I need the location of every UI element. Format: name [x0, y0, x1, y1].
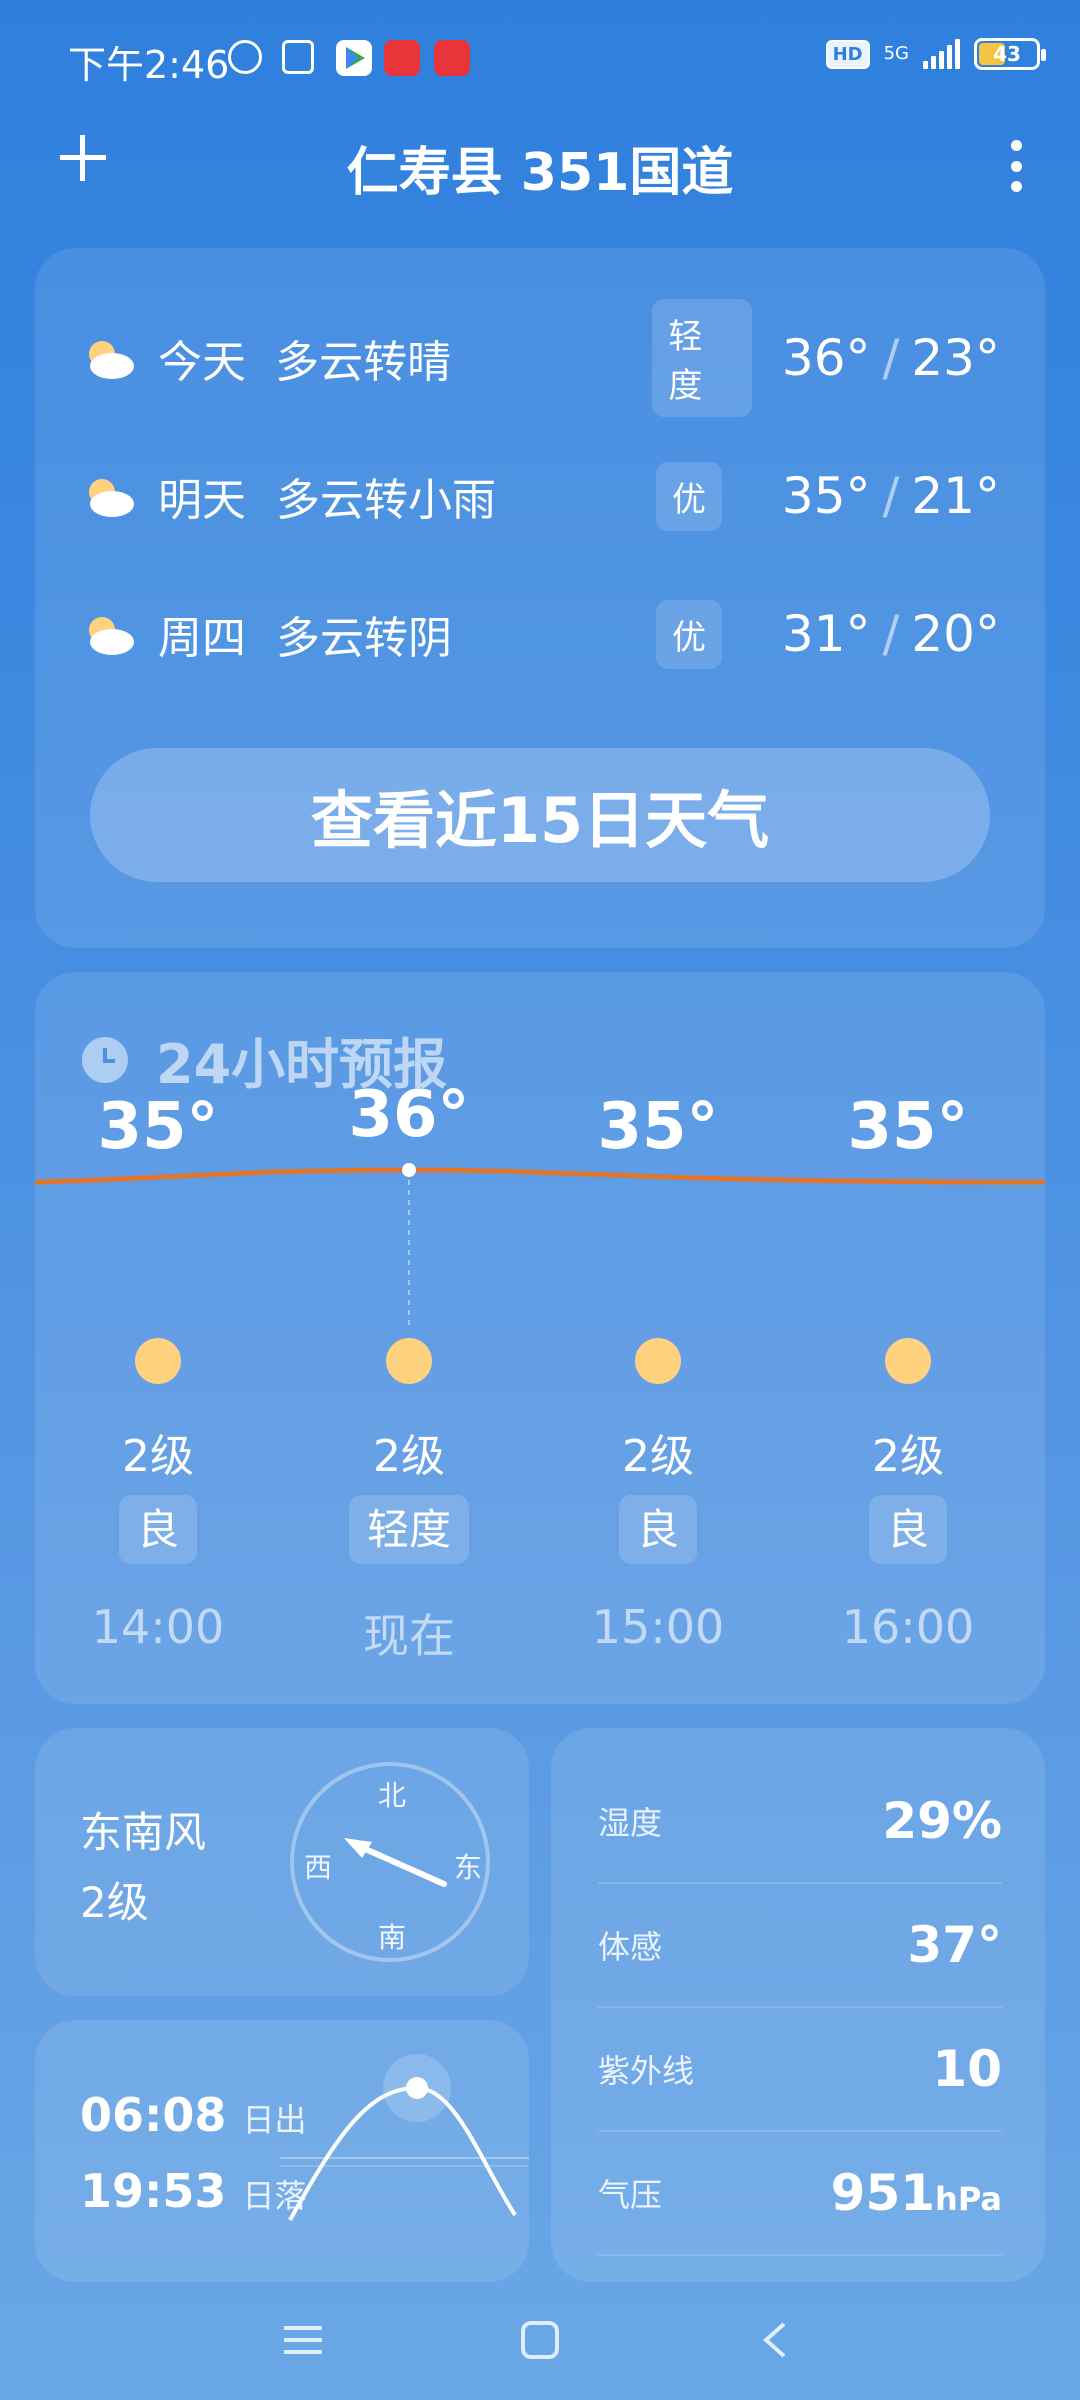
forecast-row-today[interactable]: 今天 多云转晴 轻度 36°/23° — [80, 299, 1000, 417]
forecast-condition: 多云转晴 — [275, 337, 452, 388]
partly-cloudy-icon — [80, 468, 136, 524]
forecast-row-tomorrow[interactable]: 明天 多云转小雨 优 35°/21° — [80, 456, 1000, 536]
signal-icon — [923, 39, 960, 69]
forecast-day: 今天 — [158, 337, 246, 388]
detail-label: 紫外线 — [598, 2052, 695, 2090]
sunny-icon — [885, 1338, 931, 1384]
temp-high: 36° — [781, 329, 871, 387]
hourly-aqi-badge: 良 — [618, 1495, 697, 1564]
detail-feels-like: 体感 37° — [598, 1884, 1002, 2008]
shopping-app-icon — [434, 40, 470, 76]
play-store-icon — [336, 40, 372, 76]
hourly-col-1400: 35° — [58, 1090, 258, 1164]
alarm-icon — [228, 40, 262, 74]
hourly-wind-level: 2级 — [122, 1431, 194, 1482]
menu-icon[interactable] — [282, 2320, 324, 2360]
wind-direction: 东南风 — [80, 1808, 207, 1857]
hourly-wind-level: 2级 — [872, 1431, 944, 1482]
sun-position-icon — [406, 2077, 428, 2099]
sunny-icon — [635, 1338, 681, 1384]
more-vertical-icon — [1010, 140, 1022, 151]
system-nav-bar — [0, 2290, 1080, 2400]
detail-value: 37° — [907, 1916, 1002, 1974]
hourly-wind-level: 2级 — [622, 1431, 694, 1482]
page-title: 仁寿县 351国道 — [346, 143, 734, 203]
forecast-day: 周四 — [158, 613, 246, 664]
detail-label: 体感 — [598, 1928, 663, 1966]
detail-value: 951 — [830, 2164, 936, 2222]
sunny-icon — [386, 1338, 432, 1384]
hourly-temp: 35° — [847, 1090, 969, 1164]
hourly-aqi-badge: 良 — [868, 1495, 947, 1564]
status-bar: 下午2:46 HD 5G 43 — [0, 0, 1080, 110]
hourly-time: 16:00 — [841, 1600, 975, 1654]
detail-pressure: 气压 951hPa — [598, 2132, 1002, 2256]
hourly-time: 15:00 — [591, 1600, 725, 1654]
detail-value: 10 — [932, 2040, 1002, 2098]
temp-low: 20° — [911, 605, 1000, 663]
detail-unit: hPa — [935, 2180, 1002, 2218]
nfc-icon — [282, 40, 314, 74]
more-menu-button[interactable] — [1010, 140, 1022, 192]
wind-level: 2级 — [80, 1878, 149, 1927]
forecast-condition: 多云转阴 — [276, 613, 452, 664]
sunset-time: 19:53 — [80, 2164, 227, 2218]
home-icon[interactable] — [520, 2320, 560, 2360]
status-time: 下午2:46 — [68, 43, 230, 87]
forecast-day: 明天 — [158, 475, 246, 526]
sunny-icon — [135, 1338, 181, 1384]
temp-high: 31° — [781, 605, 871, 663]
temperature-curve — [35, 1163, 1045, 1330]
view-15-day-button[interactable]: 查看近15日天气 — [90, 748, 990, 882]
temp-high: 35° — [781, 467, 871, 525]
back-icon[interactable] — [760, 2320, 790, 2360]
news-app-icon — [384, 40, 420, 76]
battery-icon: 43 — [974, 38, 1046, 70]
detail-humidity: 湿度 29% — [598, 1760, 1002, 1884]
sun-arc — [280, 2054, 529, 2221]
hourly-time: 14:00 — [91, 1600, 225, 1654]
forecast-condition: 多云转小雨 — [276, 475, 496, 526]
hourly-wind-level: 2级 — [373, 1431, 445, 1482]
aqi-badge: 轻度 — [652, 299, 752, 417]
sunrise-time: 06:08 — [80, 2088, 227, 2142]
hourly-col-1500: 35° — [558, 1090, 758, 1164]
hourly-temp: 35° — [597, 1090, 719, 1164]
hourly-temp: 36° — [348, 1078, 470, 1152]
temp-low: 23° — [911, 329, 1000, 387]
forecast-row-thursday[interactable]: 周四 多云转阴 优 31°/20° — [80, 594, 1000, 674]
hourly-temp: 35° — [97, 1090, 219, 1164]
aqi-badge: 优 — [656, 599, 722, 669]
hourly-col-now: 36° — [309, 1078, 509, 1152]
partly-cloudy-icon — [80, 606, 136, 662]
detail-value: 29% — [882, 1792, 1002, 1850]
aqi-badge: 优 — [656, 461, 722, 531]
hourly-col-1600: 35° — [808, 1090, 1008, 1164]
partly-cloudy-icon — [80, 330, 136, 386]
hourly-time: 现在 — [363, 1609, 455, 1663]
detail-uv: 紫外线 10 — [598, 2008, 1002, 2132]
detail-label: 气压 — [598, 2176, 663, 2214]
battery-level: 43 — [993, 42, 1021, 66]
clock-icon — [82, 1036, 128, 1083]
detail-label: 湿度 — [598, 1804, 663, 1842]
wind-compass: 北 南 东 西 — [290, 1762, 490, 1962]
hourly-aqi-badge: 良 — [118, 1495, 197, 1564]
wind-arrow-icon — [344, 1838, 447, 1887]
hd-icon: HD — [825, 39, 870, 69]
hourly-aqi-badge: 轻度 — [348, 1495, 469, 1564]
temp-low: 21° — [911, 467, 1000, 525]
network-type: 5G — [883, 43, 909, 64]
